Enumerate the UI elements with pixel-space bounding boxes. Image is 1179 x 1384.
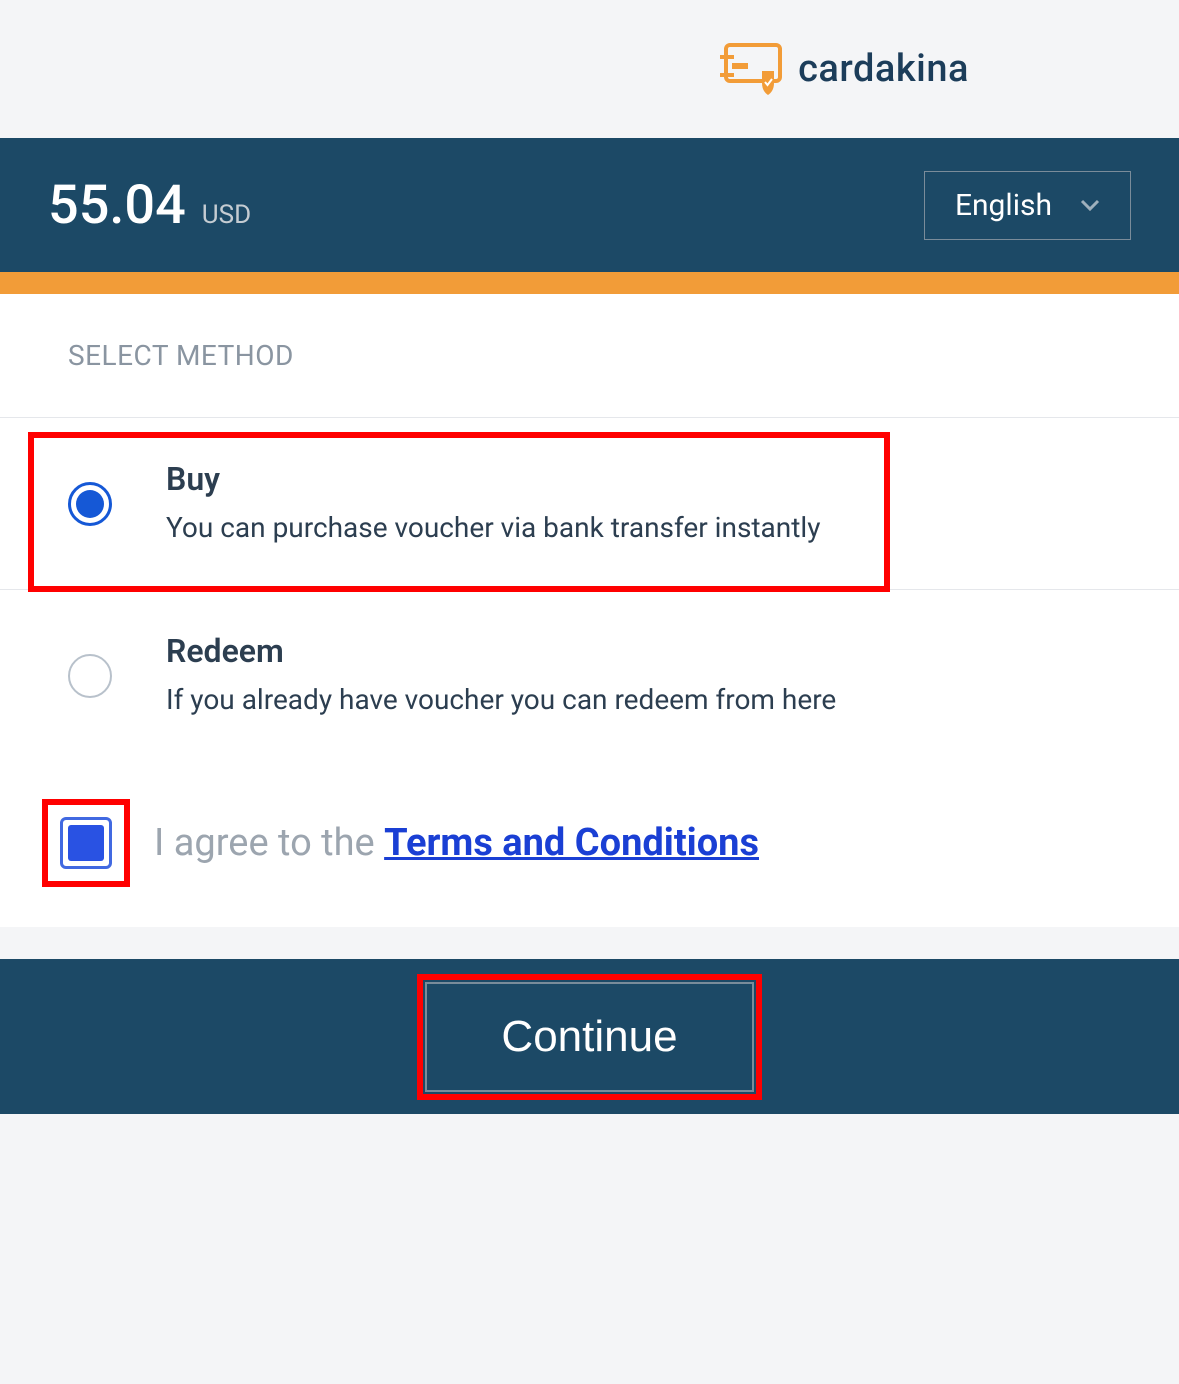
method-option-buy[interactable]: Buy You can purchase voucher via bank tr… bbox=[0, 417, 1179, 589]
method-desc-buy: You can purchase voucher via bank transf… bbox=[166, 508, 1111, 547]
method-desc-redeem: If you already have voucher you can rede… bbox=[166, 680, 1111, 719]
amount-value: 55.04 bbox=[48, 174, 186, 237]
method-title-buy: Buy bbox=[166, 460, 1111, 498]
radio-button-redeem[interactable] bbox=[68, 654, 112, 698]
terms-text-wrapper: I agree to the Terms and Conditions bbox=[154, 821, 759, 865]
orange-accent-bar bbox=[0, 272, 1179, 294]
bottom-spacer bbox=[0, 1114, 1179, 1152]
language-selector[interactable]: English bbox=[924, 171, 1131, 240]
method-option-redeem[interactable]: Redeem If you already have voucher you c… bbox=[0, 589, 1179, 761]
method-title-redeem: Redeem bbox=[166, 632, 1111, 670]
radio-inner bbox=[76, 490, 104, 518]
continue-label: Continue bbox=[501, 1012, 677, 1061]
amount-bar: 55.04 USD English bbox=[0, 138, 1179, 272]
terms-checkbox[interactable] bbox=[60, 817, 112, 869]
chevron-down-icon bbox=[1080, 199, 1100, 211]
logo: cardakina bbox=[716, 41, 969, 97]
radio-button-buy[interactable] bbox=[68, 482, 112, 526]
logo-text: cardakina bbox=[798, 47, 969, 91]
method-text: Redeem If you already have voucher you c… bbox=[166, 632, 1111, 719]
header-section: cardakina bbox=[0, 0, 1179, 138]
method-text: Buy You can purchase voucher via bank tr… bbox=[166, 460, 1111, 547]
footer-bar: Continue bbox=[0, 959, 1179, 1114]
terms-prefix: I agree to the bbox=[154, 821, 384, 865]
content-section: SELECT METHOD Buy You can purchase vouch… bbox=[0, 294, 1179, 927]
checkbox-inner bbox=[68, 825, 104, 861]
terms-link[interactable]: Terms and Conditions bbox=[384, 821, 759, 865]
card-shield-icon bbox=[716, 41, 784, 97]
amount-display: 55.04 USD bbox=[48, 174, 251, 237]
currency-label: USD bbox=[202, 200, 251, 230]
continue-button[interactable]: Continue bbox=[425, 982, 753, 1092]
terms-section: I agree to the Terms and Conditions bbox=[0, 761, 1179, 927]
language-value: English bbox=[955, 188, 1052, 223]
section-title: SELECT METHOD bbox=[0, 294, 1179, 417]
